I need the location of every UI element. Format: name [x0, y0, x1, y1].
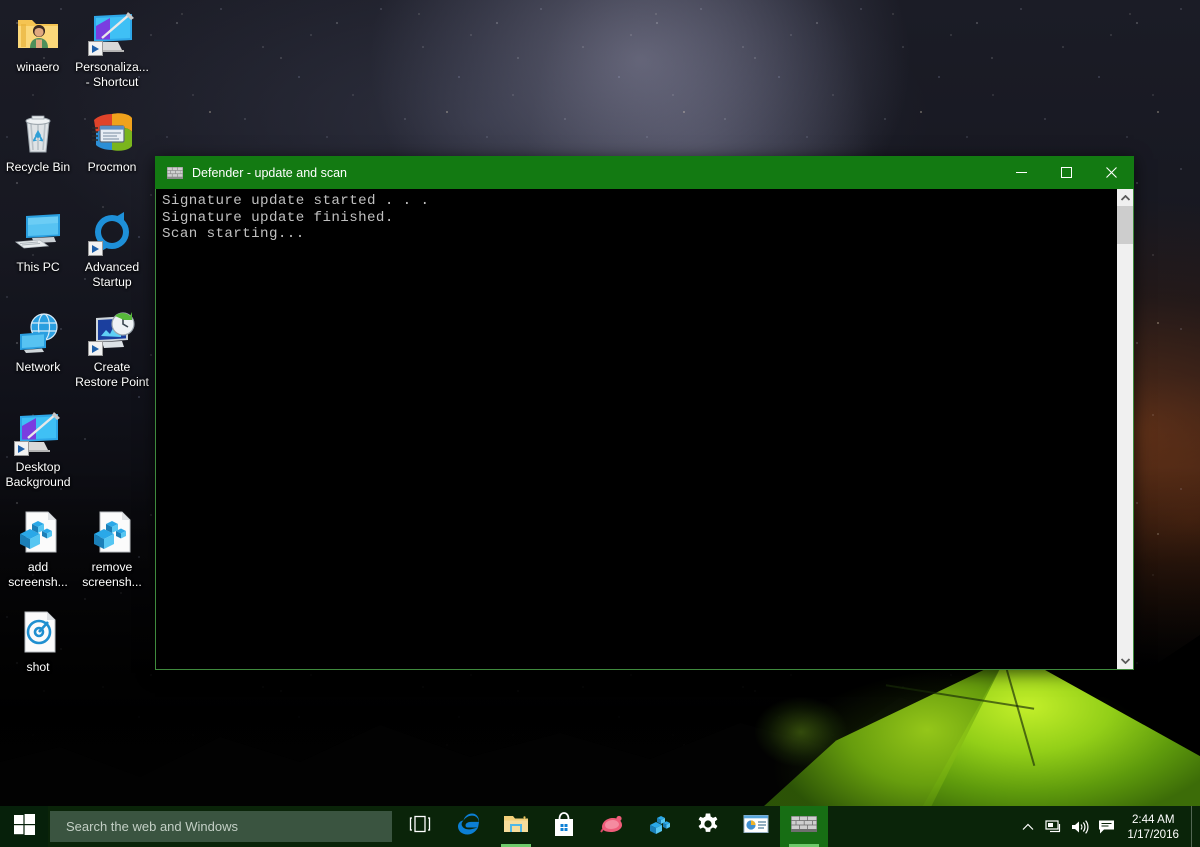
taskbar-file-explorer-button[interactable] [492, 806, 540, 847]
folder-user-icon [14, 8, 62, 56]
maximize-button[interactable] [1044, 156, 1089, 189]
personalization-monitor-icon [88, 8, 136, 56]
restore-point-icon [88, 308, 136, 356]
defender-console-window[interactable]: Defender - update and scan Signature upd… [155, 156, 1134, 670]
task-view-icon [409, 815, 431, 838]
desktop-icon-personalization[interactable]: Personaliza... - Shortcut [74, 8, 150, 90]
desktop-icon-this-pc[interactable]: This PC [0, 208, 76, 275]
desktop-icon-remove-screenshot[interactable]: remove screensh... [74, 508, 150, 590]
desktop-icon-add-screenshot[interactable]: add screensh... [0, 508, 76, 590]
desktop-icon-label: Recycle Bin [5, 160, 71, 174]
close-button[interactable] [1089, 156, 1134, 189]
personalization-monitor-icon [14, 408, 62, 456]
window-title: Defender - update and scan [192, 165, 347, 180]
desktop-icon-label: Create Restore Point [75, 360, 149, 389]
tray-chevron-up-icon[interactable] [1015, 806, 1041, 847]
brick-wall-icon [167, 165, 183, 181]
desktop-icon-label: This PC [16, 260, 60, 274]
clock-date: 1/17/2016 [1127, 827, 1179, 841]
taskbar[interactable]: Search the web and Windows 2:44 AM 1/17/… [0, 806, 1200, 847]
registry-file-icon [14, 508, 62, 556]
desktop-icon-procmon[interactable]: Procmon [74, 108, 150, 175]
taskbar-clock[interactable]: 2:44 AM 1/17/2016 [1119, 812, 1191, 842]
folder-icon [503, 813, 529, 840]
registry-file-icon [88, 508, 136, 556]
search-input[interactable]: Search the web and Windows [50, 811, 392, 842]
desktop-icon-label: Personaliza... - Shortcut [75, 60, 149, 89]
edge-icon [455, 811, 481, 842]
desktop-icon-label: Procmon [87, 160, 137, 174]
taskbar-ham-button[interactable] [588, 806, 636, 847]
refresh-circle-icon [88, 208, 136, 256]
tray-action-center-icon[interactable] [1093, 806, 1119, 847]
tray-volume-icon[interactable] [1067, 806, 1093, 847]
start-button[interactable] [0, 806, 48, 847]
registry-icon [648, 812, 672, 841]
desktop-icon-label: Desktop Background [5, 460, 71, 489]
gear-icon [696, 812, 720, 841]
clock-time: 2:44 AM [1131, 812, 1175, 826]
wallpaper-tent [745, 660, 1200, 815]
network-globe-icon [14, 308, 62, 356]
recycle-bin-icon [14, 108, 62, 156]
procmon-icon [88, 108, 136, 156]
desktop-icon-winaero[interactable]: winaero [0, 8, 76, 75]
shortcut-overlay-icon [88, 241, 103, 256]
taskbar-presentation-button[interactable] [732, 806, 780, 847]
shortcut-overlay-icon [88, 341, 103, 356]
minimize-button[interactable] [999, 156, 1044, 189]
this-pc-icon [14, 208, 62, 256]
windows-logo-icon [13, 813, 35, 840]
desktop-icon-label: Network [15, 360, 61, 374]
taskbar-task-view-button[interactable] [396, 806, 444, 847]
desktop-icon-recycle-bin[interactable]: Recycle Bin [0, 108, 76, 175]
shortcut-overlay-icon [88, 41, 103, 56]
desktop-icon-label: remove screensh... [82, 560, 142, 589]
presentation-icon [743, 814, 769, 839]
ham-icon [599, 813, 625, 840]
scrollbar-thumb[interactable] [1117, 206, 1133, 244]
taskbar-settings-button[interactable] [684, 806, 732, 847]
tray-network-icon[interactable] [1041, 806, 1067, 847]
taskbar-store-button[interactable] [540, 806, 588, 847]
taskbar-registry-button[interactable] [636, 806, 684, 847]
taskbar-edge-button[interactable] [444, 806, 492, 847]
scrollbar-down-button[interactable] [1117, 652, 1133, 669]
brick-wall-icon [791, 814, 817, 839]
shot-file-icon [14, 608, 62, 656]
desktop-icon-label: shot [26, 660, 50, 674]
window-title-bar[interactable]: Defender - update and scan [155, 156, 1134, 189]
desktop-icon-desktop-background[interactable]: Desktop Background [0, 408, 76, 490]
scrollbar-track[interactable] [1117, 206, 1133, 652]
store-bag-icon [553, 811, 575, 842]
desktop-icon-label: winaero [16, 60, 60, 74]
console-output: Signature update started . . . Signature… [162, 193, 430, 242]
desktop-icon-label: add screensh... [8, 560, 68, 589]
console-scrollbar[interactable] [1116, 189, 1133, 669]
shortcut-overlay-icon [14, 441, 29, 456]
system-tray: 2:44 AM 1/17/2016 [1015, 806, 1200, 847]
console-body[interactable]: Signature update started . . . Signature… [155, 189, 1134, 670]
search-placeholder: Search the web and Windows [66, 819, 238, 834]
desktop-icon-advanced-startup[interactable]: Advanced Startup [74, 208, 150, 290]
window-controls [999, 156, 1134, 189]
desktop[interactable]: winaero Personaliza... - Shortcut Recycl… [0, 0, 1200, 847]
desktop-icon-create-restore-point[interactable]: Create Restore Point [74, 308, 150, 390]
taskbar-app-buttons [396, 806, 828, 847]
desktop-icon-label: Advanced Startup [84, 260, 140, 289]
taskbar-defender-button[interactable] [780, 806, 828, 847]
desktop-icon-shot[interactable]: shot [0, 608, 76, 675]
scrollbar-up-button[interactable] [1117, 189, 1133, 206]
desktop-icon-network[interactable]: Network [0, 308, 76, 375]
show-desktop-button[interactable] [1191, 806, 1200, 847]
